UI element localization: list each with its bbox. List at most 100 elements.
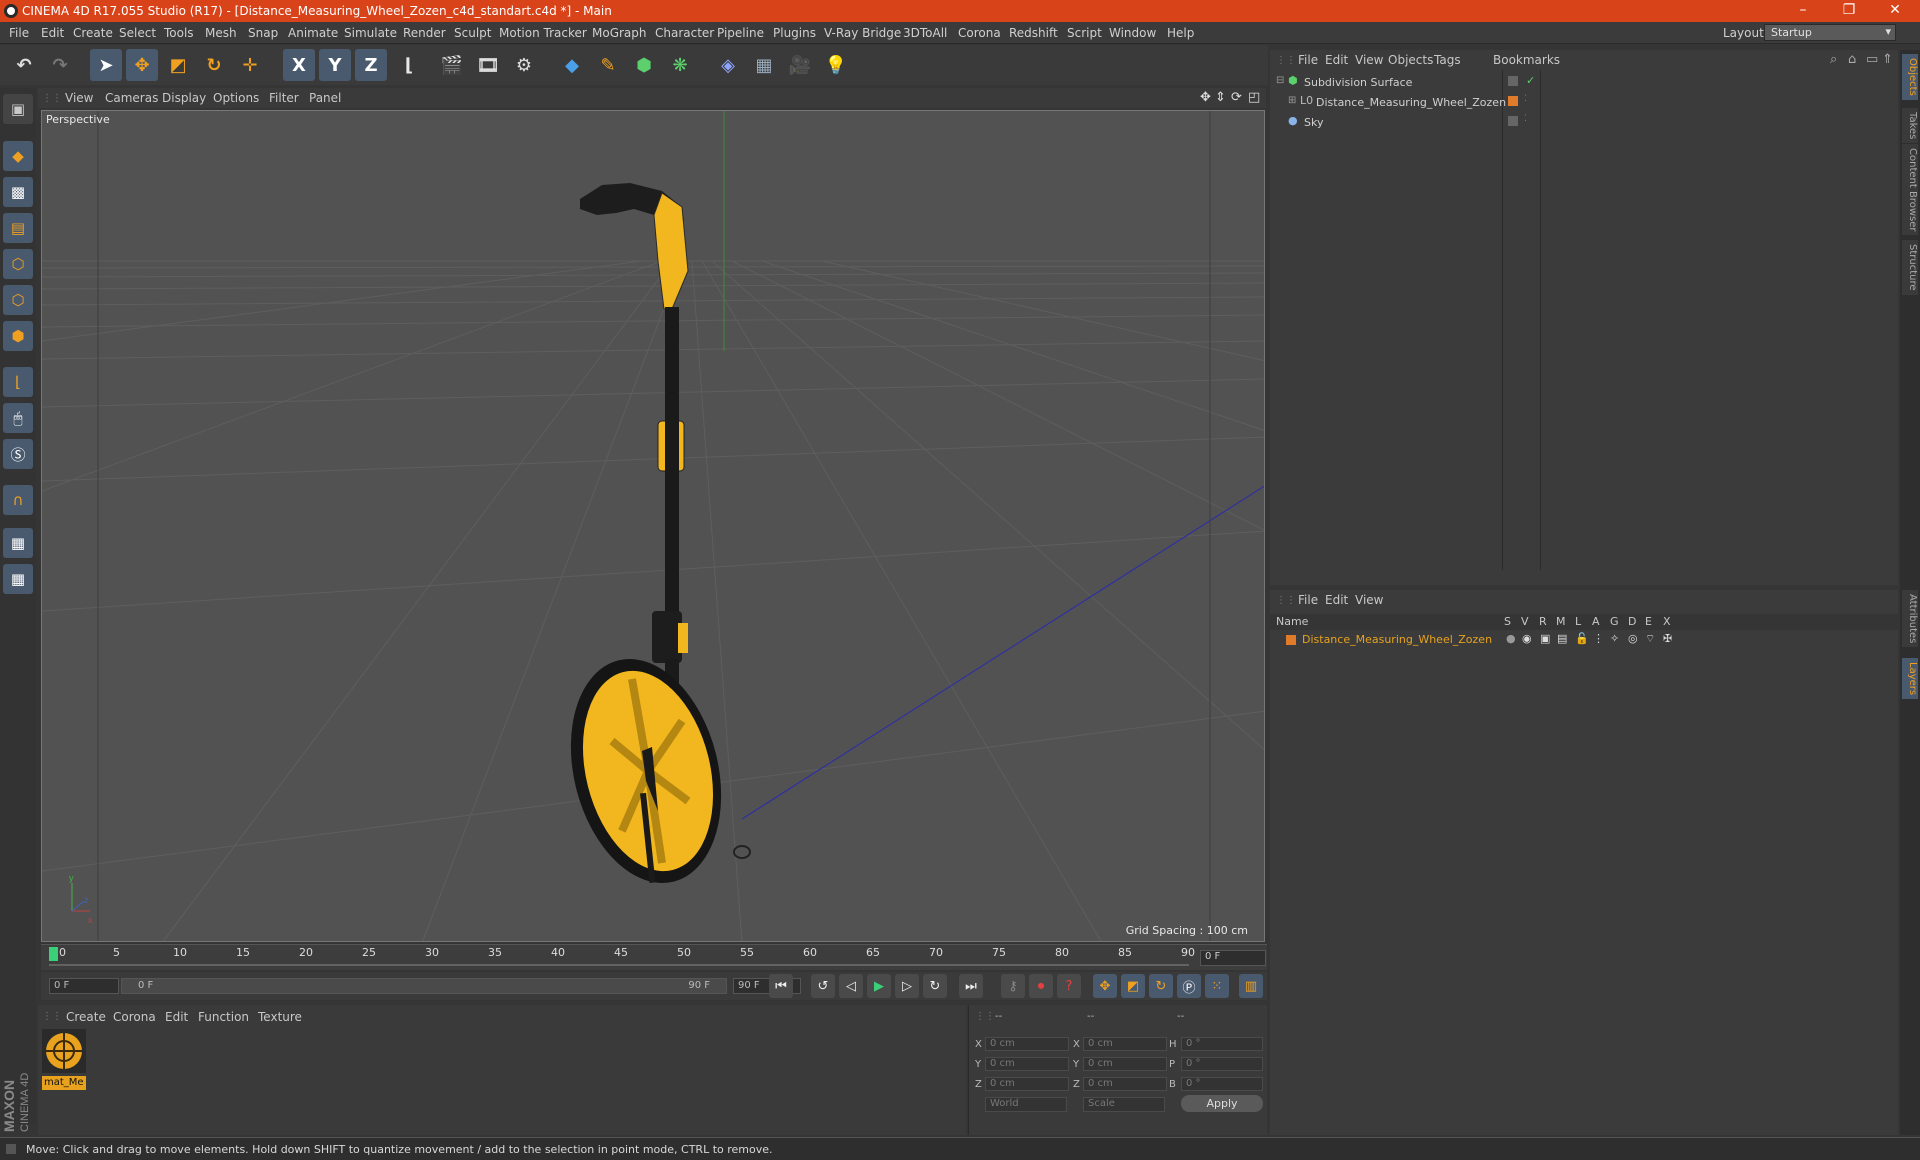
viewport-rotate-icon[interactable]: ⟳ [1231,90,1242,105]
points-mode-button[interactable]: ⬡ [3,249,33,279]
object-menu-objects[interactable]: Objects [1388,53,1433,67]
layer-menu-view[interactable]: View [1355,593,1383,607]
column-locked[interactable]: L [1575,615,1581,628]
column-view[interactable]: V [1521,615,1529,628]
size-mode-dropdown[interactable]: Scale [1083,1097,1165,1112]
object-row-subdivision[interactable]: ⊟ ⬢ Subdivision Surface ✓ [1274,74,1894,92]
enabled-check-icon[interactable]: ✓ [1526,74,1535,87]
key-pla-button[interactable]: ⁙ [1205,974,1229,998]
frame-range-slider[interactable]: 0 F 90 F [121,978,727,994]
menu-simulate[interactable]: Simulate [344,26,397,40]
home-icon[interactable]: ⌂ [1848,52,1856,67]
viewport-maximize-icon[interactable]: ◰ [1248,90,1260,105]
column-xref[interactable]: X [1663,615,1671,628]
size-y-field[interactable]: 0 cm [1083,1057,1167,1071]
floor-button[interactable]: ▦ [748,49,780,81]
layer-solo-icon[interactable]: ● [1506,632,1516,645]
coordinate-mode-dropdown[interactable]: World [985,1097,1067,1112]
light-button[interactable]: 💡 [820,49,852,81]
object-menu-edit[interactable]: Edit [1325,53,1348,67]
layer-expression-icon[interactable]: ⌔ [1645,632,1655,646]
model-mode-button[interactable]: ◆ [3,141,33,171]
timeline-window-button[interactable]: ▥ [1239,974,1263,998]
restore-button[interactable]: ❐ [1834,2,1864,18]
viewport-menu-cameras[interactable]: Cameras [105,91,158,105]
workplane-lock-button[interactable]: ▦ [3,528,33,558]
visibility-dots-icon[interactable] [1508,116,1518,126]
key-scale-button[interactable]: ◩ [1121,974,1145,998]
key-position-button[interactable]: ✥ [1093,974,1117,998]
column-render[interactable]: R [1539,615,1547,628]
previous-frame-button[interactable]: ◁ [839,974,863,998]
minimize-button[interactable]: – [1788,2,1818,18]
viewport-menu-display[interactable]: Display [162,91,206,105]
rotate-tool-button[interactable]: ↻ [198,49,230,81]
viewport-move-icon[interactable]: ✥ [1200,90,1211,105]
column-expressions[interactable]: E [1645,615,1652,628]
visibility-dots-icon[interactable]: ⁚ [1524,94,1527,104]
collapse-icon[interactable]: ⊟ [1276,75,1284,86]
material-menu-edit[interactable]: Edit [165,1010,188,1024]
play-button[interactable]: ▶ [867,974,891,998]
tweak-mode-button[interactable]: 🖱 [3,403,33,433]
polygons-mode-button[interactable]: ⬢ [3,321,33,351]
autokey-button[interactable]: ⏺ [1029,974,1053,998]
pos-z-field[interactable]: 0 cm [985,1077,1069,1091]
tab-structure[interactable]: Structure [1902,240,1918,295]
rot-b-field[interactable]: 0 ° [1181,1077,1263,1091]
tab-takes[interactable]: Takes [1902,108,1918,144]
object-menu-file[interactable]: File [1298,53,1318,67]
layer-manager-icon[interactable]: ▤ [1557,632,1567,645]
scroll-top-icon[interactable]: ⇑ [1882,52,1893,67]
tab-attributes[interactable]: Attributes [1902,590,1918,648]
object-menu-bookmarks[interactable]: Bookmarks [1493,53,1560,67]
size-x-field[interactable]: 0 cm [1083,1037,1167,1051]
keyframe-selection-button[interactable]: ? [1057,974,1081,998]
menu-help[interactable]: Help [1167,26,1194,40]
object-menu-tags[interactable]: Tags [1434,53,1461,67]
spline-pen-button[interactable]: ✎ [592,49,624,81]
render-dots-icon[interactable]: ⁚ [1524,114,1527,124]
menu-mesh[interactable]: Mesh [205,26,237,40]
viewport-zoom-icon[interactable]: ⇕ [1215,90,1226,105]
coordinate-system-button[interactable]: ⌊ [393,49,425,81]
menu-corona[interactable]: Corona [958,26,1001,40]
layer-color-swatch[interactable] [1508,96,1518,106]
material-menu-texture[interactable]: Texture [258,1010,302,1024]
edges-mode-button[interactable]: ⬡ [3,285,33,315]
layer-animation-icon[interactable]: ⋮ [1593,632,1604,645]
menu-edit[interactable]: Edit [41,26,64,40]
object-row-wheel[interactable]: ⊞ L0 Distance_Measuring_Wheel_Zozen ⁚ [1274,94,1894,112]
timeline-ruler[interactable]: 0 5 10 15 20 25 30 35 40 45 50 55 60 65 … [41,944,1267,970]
layer-view-eye-icon[interactable]: ◉ [1522,632,1532,645]
layer-color-swatch[interactable] [1286,635,1296,645]
object-menu-view[interactable]: View [1355,53,1383,67]
layer-xref-icon[interactable]: ✠ [1663,632,1672,645]
viewport-menu-options[interactable]: Options [213,91,259,105]
material-menu-function[interactable]: Function [198,1010,249,1024]
menu-3dtoall[interactable]: 3DToAll [903,26,947,40]
layer-deformer-icon[interactable]: ◎ [1628,632,1638,645]
object-row-sky[interactable]: ● Sky ⁚ [1274,114,1894,132]
live-select-button[interactable]: ✛ [234,49,266,81]
next-frame-button[interactable]: ▷ [895,974,919,998]
next-key-button[interactable]: ↻ [923,974,947,998]
rot-p-field[interactable]: 0 ° [1181,1057,1263,1071]
scale-tool-button[interactable]: ◩ [162,49,194,81]
material-menu-create[interactable]: Create [66,1010,106,1024]
select-tool-button[interactable]: ➤ [90,49,122,81]
pos-x-field[interactable]: 0 cm [985,1037,1069,1051]
go-to-end-button[interactable]: ⏭ [959,974,983,998]
close-button[interactable]: ✕ [1880,2,1910,18]
layer-menu-file[interactable]: File [1298,593,1318,607]
viewport-menu-panel[interactable]: Panel [309,91,341,105]
perspective-viewport[interactable]: y x z Perspective Grid Spacing : 100 cm [41,110,1265,942]
move-tool-button[interactable]: ✥ [126,49,158,81]
layer-render-icon[interactable]: ▣ [1540,632,1550,645]
menu-motion-tracker[interactable]: Motion Tracker [499,26,587,40]
rot-h-field[interactable]: 0 ° [1181,1037,1263,1051]
menu-pipeline[interactable]: Pipeline [717,26,764,40]
workplane-align-button[interactable]: ▦ [3,564,33,594]
search-icon[interactable]: ⌕ [1830,52,1837,67]
column-name[interactable]: Name [1276,615,1308,628]
